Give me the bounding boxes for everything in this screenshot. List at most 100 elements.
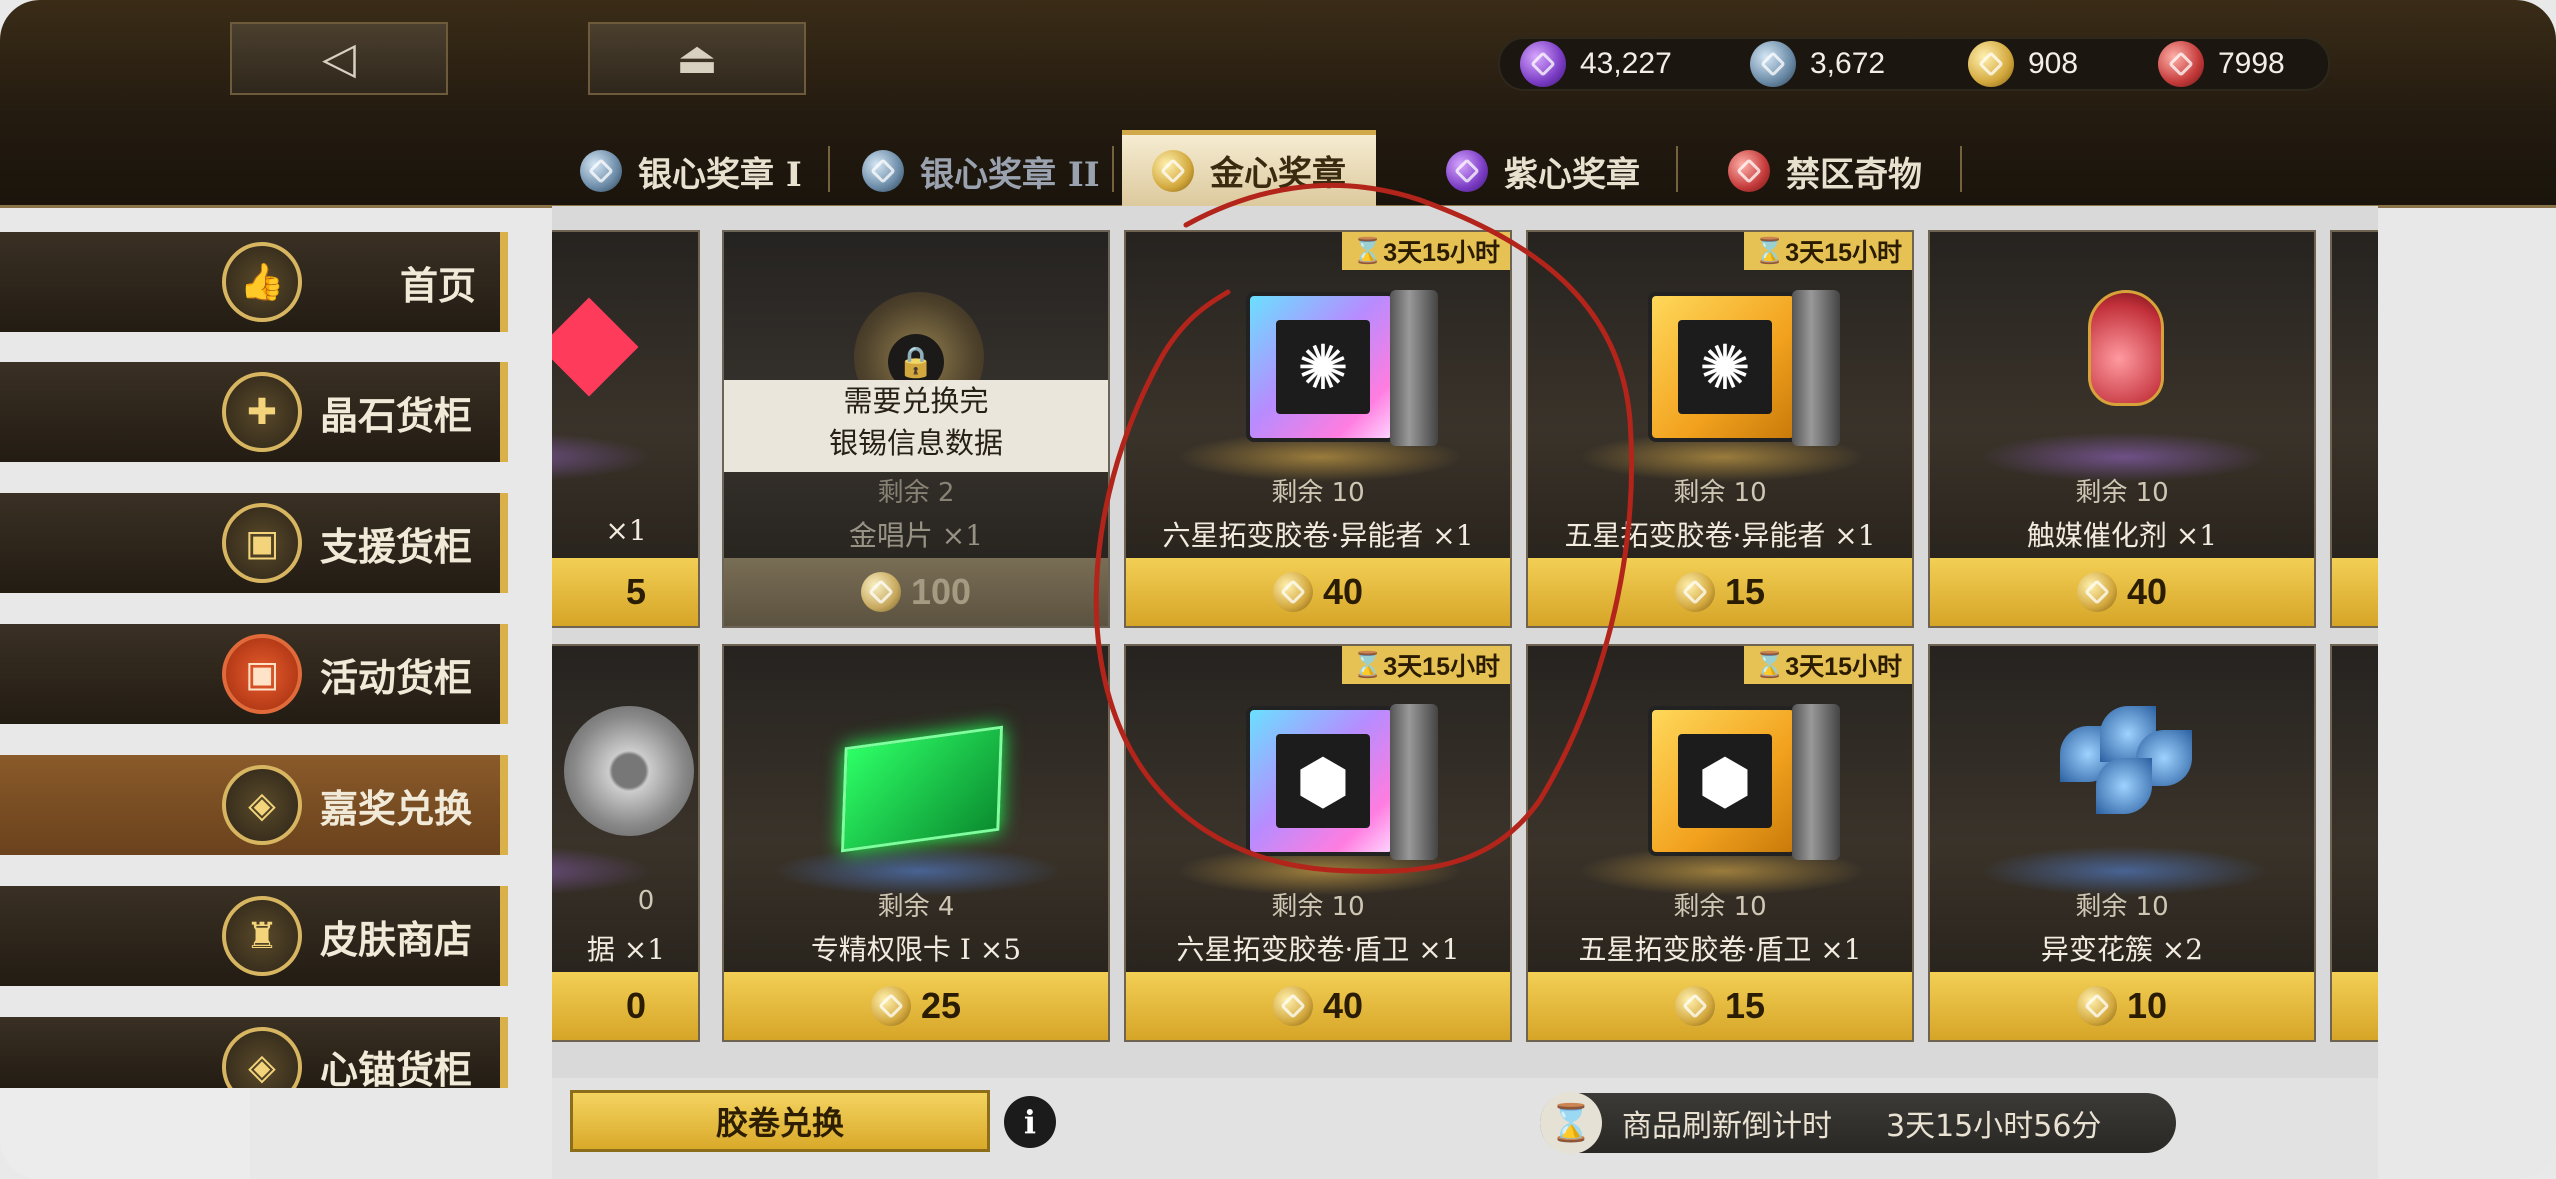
sidebar-item-heart-anchor[interactable]: ◈ 心锚货柜 [0,1017,508,1088]
home-button[interactable]: ⏏ [588,22,806,95]
shop-card[interactable]: 0 据 ×1 0 [552,644,700,1042]
film-canister [1390,704,1438,860]
red-curio-icon [2158,41,2204,87]
refresh-countdown: ⌛ 商品刷新倒计时 3天15小时56分 [1540,1092,2176,1154]
currency-purple[interactable]: 43,227 [1520,39,1672,89]
sidebar-item-reward-exchange[interactable]: ◈ 嘉奖兑换 [0,755,508,855]
sidebar-item-support[interactable]: ▣ 支援货柜 [0,493,508,593]
tab-silver-medal-2[interactable]: 银心奖章 II [862,138,1100,204]
currency-red[interactable]: 7998 [2158,39,2285,89]
item-price: 15 [1724,985,1766,1026]
limited-timer: ⌛ 3天15小时 [1342,646,1510,684]
item-name: 异变花簇 ×2 [2040,933,2204,966]
tab-label: 金心奖章 [1210,154,1346,194]
film-canister [1792,704,1840,860]
item-floor [552,432,652,482]
item-price: 10 [2126,985,2168,1026]
item-image [564,706,694,836]
crate-icon: ▣ [222,503,302,583]
currency-purple-value: 43,227 [1580,47,1672,80]
item-price: 15 [1724,571,1766,612]
price-bar: 0 [552,972,698,1040]
tab-label: 银心奖章 I [638,154,802,195]
shop-card[interactable]: ⌛ 3天15小时 ⬢ 剩余 10 五星拓变胶卷·盾卫 ×1 15 [1526,644,1914,1042]
medal-icon: ◈ [222,765,302,845]
tab-forbidden-curio[interactable]: 禁区奇物 [1728,138,1922,204]
price-bar: 40 [1126,972,1510,1040]
gold-medal-icon [1152,149,1194,192]
item-remaining: 剩余 10 [1673,892,1767,922]
jacket-icon: ♜ [222,896,302,976]
item-price: 40 [2126,571,2168,612]
item-name: 五星拓变胶卷·盾卫 ×1 [1578,933,1862,966]
price-bar: 10 [1930,972,2314,1040]
sidebar-item-label: 活动货柜 [320,654,473,700]
item-name: 六星拓变胶卷·盾卫 ×1 [1176,933,1460,966]
sidebar-item-label: 心锚货柜 [320,1047,473,1088]
tab-gold-medal[interactable]: 金心奖章 [1122,130,1376,206]
timer-text: 3天15小时 [1785,653,1902,681]
price-bar [2332,558,2378,626]
item-price: 40 [1322,571,1364,612]
tab-divider [1112,146,1114,192]
guardian-emblem-icon: ⬢ [1678,734,1772,828]
item-remaining: 剩余 10 [2075,892,2169,922]
item-image [552,297,639,397]
crystal-icon: ✚ [222,372,302,452]
price-bar: 40 [1126,558,1510,626]
film-roll-image: ⬢ [1648,704,1840,860]
shop-card[interactable]: ×1 5 [552,230,700,628]
shop-card[interactable]: ⌛ 3天15小时 ⬢ 剩余 10 六星拓变胶卷·盾卫 ×1 40 [1124,644,1512,1042]
item-name: 六星拓变胶卷·异能者 ×1 [1162,519,1474,552]
shop-card[interactable]: ⌛ 3天15小时 ✺ 剩余 10 五星拓变胶卷·异能者 ×1 15 [1526,230,1914,628]
item-price: 40 [1322,985,1364,1026]
back-icon: ◁ [322,33,356,84]
sidebar-item-event[interactable]: ▣ 活动货柜 [0,624,508,724]
gold-medal-icon [1272,572,1313,612]
shop-card[interactable]: 剩余 10 触媒催化剂 ×1 40 [1928,230,2316,628]
anchor-icon: ◈ [222,1027,302,1088]
tab-divider [1676,146,1678,192]
film-roll-image: ✺ [1648,290,1840,446]
shop-card-partial[interactable] [2330,644,2378,1042]
item-remaining: 剩余 2 [877,478,955,508]
price-bar: 15 [1528,972,1912,1040]
catalyst-bottle-image [2088,290,2164,406]
item-remaining: 剩余 10 [1271,478,1365,508]
tab-label: 银心奖章 II [920,154,1100,195]
hourglass-icon: ⌛ [1540,1092,1602,1154]
tab-purple-medal[interactable]: 紫心奖章 [1446,138,1640,204]
silver-medal-icon [862,150,904,192]
item-remaining: 剩余 10 [2075,478,2169,508]
sidebar-item-crystal[interactable]: ✚ 晶石货柜 [0,362,508,462]
gold-medal-icon [2076,986,2117,1026]
price-bar: 5 [552,558,698,626]
shop-card-locked[interactable]: 🔒 需要兑换完 银锡信息数据 剩余 2 金唱片 ×1 100 [722,230,1110,628]
shop-card[interactable]: ⌛ 3天15小时 ✺ 剩余 10 六星拓变胶卷·异能者 ×1 40 [1124,230,1512,628]
currency-gold[interactable]: 908 [1968,39,2078,89]
limited-timer: ⌛ 3天15小时 [1744,232,1912,270]
tab-silver-medal-1[interactable]: 银心奖章 I [580,138,802,204]
currency-red-value: 7998 [2218,47,2285,80]
shop-card-partial[interactable] [2330,230,2378,628]
sidebar-item-home[interactable]: 👍 首页 [0,232,508,332]
sidebar-item-label: 嘉奖兑换 [320,785,473,831]
gold-medal-icon [1968,41,2014,87]
back-button[interactable]: ◁ [230,22,448,95]
shop-card[interactable]: 剩余 10 异变花簇 ×2 10 [1928,644,2316,1042]
top-bar: ◁ ⏏ 43,227 3,672 908 7998 银心奖章 I 银心奖章 II… [0,0,2556,208]
purple-medal-icon [1520,41,1566,87]
shop-card[interactable]: 剩余 4 专精权限卡 I ×5 25 [722,644,1110,1042]
esper-emblem-icon: ✺ [1678,320,1772,414]
currency-silver[interactable]: 3,672 [1750,39,1885,89]
game-shop-screen: ◁ ⏏ 43,227 3,672 908 7998 银心奖章 I 银心奖章 II… [0,0,2556,1179]
item-price: 100 [910,571,972,612]
item-name: 触媒催化剂 ×1 [2026,519,2218,552]
lock-notice: 需要兑换完 银锡信息数据 [724,380,1108,472]
film-exchange-button[interactable]: 胶卷兑换 [570,1090,990,1152]
thumbs-up-icon: 👍 [222,242,302,322]
item-name: 五星拓变胶卷·异能者 ×1 [1564,519,1876,552]
sidebar-item-skin-shop[interactable]: ♜ 皮肤商店 [0,886,508,986]
gold-medal-icon [1272,986,1313,1026]
info-icon[interactable]: i [1004,1096,1056,1148]
